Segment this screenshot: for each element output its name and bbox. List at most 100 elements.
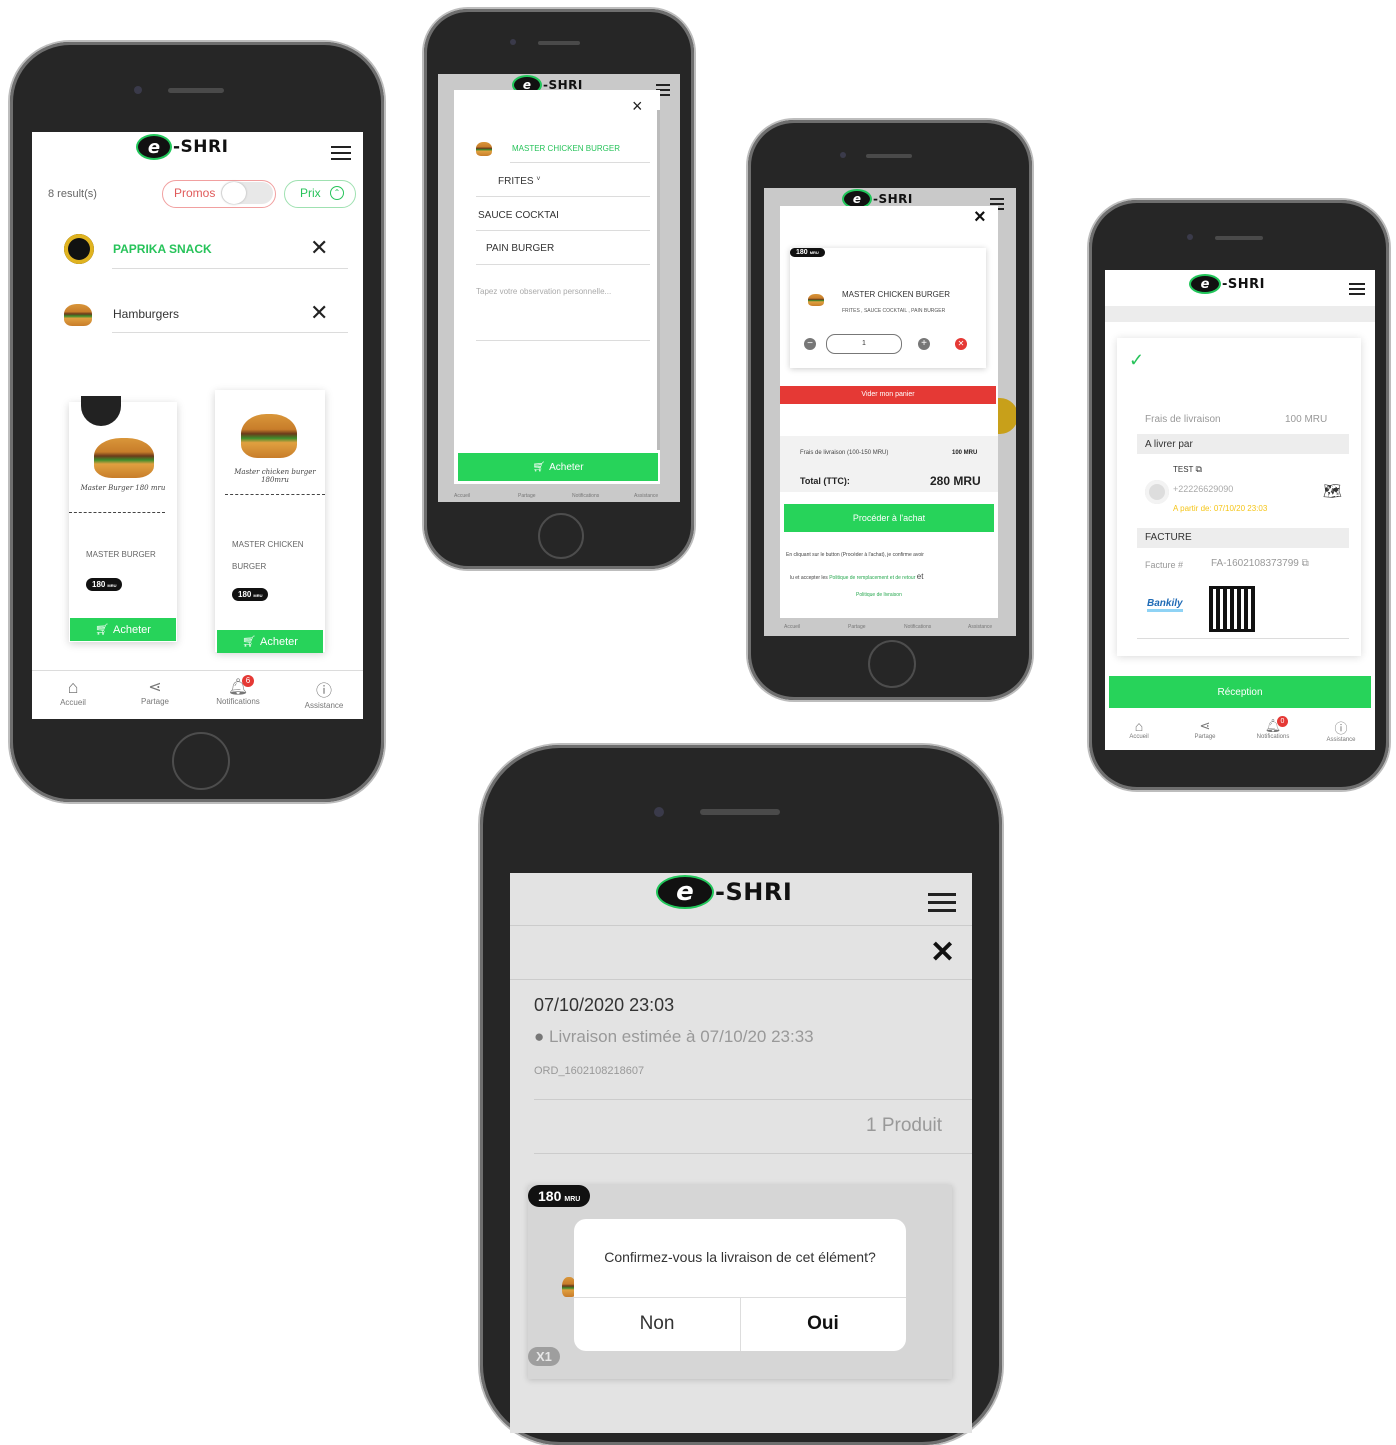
hamburger-menu-icon[interactable] — [1349, 283, 1365, 299]
total-label: Total (TTC): — [800, 476, 850, 486]
brand-logo[interactable]: e -SHRI — [844, 191, 913, 207]
home-button[interactable] — [538, 513, 584, 559]
promos-filter[interactable]: Promos — [162, 180, 276, 208]
empty-cart-button[interactable]: Vider mon panier — [780, 386, 996, 404]
product-card[interactable]: Master chicken burger 180mru MASTER CHIC… — [215, 390, 325, 652]
nav-partage[interactable]: ⋖ Partage — [1191, 718, 1219, 740]
home-button[interactable] — [172, 732, 230, 790]
price-badge: 180 MRU — [528, 1185, 591, 1207]
phone-speaker — [866, 154, 912, 158]
nav-accueil[interactable]: Accueil — [454, 493, 470, 499]
phone-camera — [840, 152, 846, 158]
nav-partage[interactable]: Partage — [848, 624, 866, 630]
brand-logo[interactable]: e -SHRI — [1191, 276, 1265, 292]
restaurant-name[interactable]: PAPRIKA SNACK — [113, 242, 212, 256]
category-name[interactable]: Hamburgers — [113, 307, 179, 321]
divider — [510, 979, 972, 980]
product-name: MASTER CHICKEN BURGER — [232, 540, 304, 571]
phone-1: e -SHRI 8 result(s) Promos Prix ⌃ PAPRIK… — [10, 42, 384, 802]
option-item[interactable]: FRITES ˅ — [498, 176, 540, 187]
chevron-up-icon: ⌃ — [330, 186, 344, 200]
home-icon: ⌂ — [67, 677, 79, 697]
invoice-number[interactable]: FA-1602108373799 ⧉ — [1211, 558, 1309, 569]
cart-item-card: 180 MRU MASTER CHICKEN BURGER FRITES , SA… — [790, 248, 986, 368]
screen-3: e -SHRI × 180 MRU MASTER CHICKEN BURGER F… — [764, 188, 1016, 636]
share-icon: ⋖ — [1199, 718, 1211, 733]
minus-icon[interactable]: − — [804, 338, 816, 350]
nav-partage[interactable]: ⋖ Partage — [130, 677, 180, 706]
close-icon[interactable]: ✕ — [310, 300, 328, 326]
return-policy-link[interactable]: Politique de remplacement et de retour — [829, 575, 915, 581]
proceed-button[interactable]: Procéder à l'achat — [784, 504, 994, 532]
reception-button[interactable]: Réception — [1109, 676, 1371, 708]
legal-text: lu et accepter les Politique de remplace… — [790, 572, 924, 581]
divider — [476, 230, 650, 231]
divider — [1137, 638, 1349, 639]
brand-logo[interactable]: e -SHRI — [138, 136, 228, 158]
option-item[interactable]: SAUCE COCKTAI — [478, 210, 559, 221]
nav-partage[interactable]: Partage — [518, 493, 536, 499]
fees-label: Frais de livraison — [1145, 414, 1221, 425]
remove-icon[interactable]: ✕ — [955, 338, 967, 350]
close-button[interactable]: × — [974, 206, 986, 229]
order-date: 07/10/2020 23:03 — [534, 995, 675, 1015]
order-card: ✓ Frais de livraison 100 MRU A livrer pa… — [1117, 338, 1361, 656]
courier-phone[interactable]: +22226629090 — [1173, 484, 1233, 494]
close-button[interactable]: ✕ — [930, 935, 955, 970]
product-thumb — [808, 294, 824, 306]
option-item[interactable]: PAIN BURGER — [486, 243, 554, 254]
map-icon[interactable]: 🗺︎ — [1323, 482, 1342, 500]
phone-speaker — [168, 88, 224, 93]
price-badge: 180 MRU — [86, 578, 123, 591]
quantity-input[interactable]: 1 — [826, 334, 902, 354]
screen-5: e -SHRI ✕ 07/10/2020 23:03 ● Livraison e… — [510, 873, 972, 1433]
chevron-down-icon: ˅ — [536, 176, 541, 183]
plus-icon[interactable]: + — [918, 338, 930, 350]
screen-4: e -SHRI ✓ Frais de livraison 100 MRU A l… — [1105, 270, 1375, 750]
phone-2: e -SHRI × MASTER CHICKEN BURGER FRITES ˅… — [424, 9, 694, 569]
nav-notifications[interactable]: Notifications — [904, 624, 931, 630]
buy-button[interactable]: 🛒︎ Acheter — [217, 630, 323, 653]
brand-logo[interactable]: e -SHRI — [658, 877, 792, 907]
nav-notifications[interactable]: Notifications — [572, 493, 599, 499]
close-button[interactable]: × — [632, 96, 643, 117]
bell-icon: 🔔︎ 6 — [210, 675, 266, 697]
share-icon: ⋖ — [148, 679, 162, 696]
nav-notifications[interactable]: 🔔︎ 0 Notifications — [1251, 716, 1295, 740]
cart-fab[interactable] — [998, 398, 1016, 434]
nav-assistance[interactable]: ⓘ Assistance — [296, 677, 352, 710]
notification-badge: 6 — [242, 675, 254, 687]
product-card[interactable]: Master Burger 180 mru MASTER BURGER 180 M… — [69, 396, 177, 642]
observation-input[interactable]: Tapez votre observation personnelle... — [476, 282, 616, 302]
nav-accueil[interactable]: ⌂ Accueil — [1125, 718, 1153, 740]
scrollbar[interactable] — [657, 110, 660, 450]
screen-2: e -SHRI × MASTER CHICKEN BURGER FRITES ˅… — [438, 74, 680, 502]
external-link-icon[interactable]: ⧉ — [1196, 464, 1202, 474]
external-link-icon[interactable]: ⧉ — [1302, 558, 1309, 569]
nav-accueil[interactable]: ⌂ Accueil — [48, 677, 98, 707]
no-button[interactable]: Non — [574, 1313, 740, 1335]
prix-filter[interactable]: Prix ⌃ — [284, 180, 356, 208]
help-icon: ⓘ — [315, 683, 332, 700]
close-icon[interactable]: ✕ — [310, 235, 328, 261]
options-modal: × MASTER CHICKEN BURGER FRITES ˅ SAUCE C… — [454, 90, 660, 484]
nav-accueil[interactable]: Accueil — [784, 624, 800, 630]
nav-assistance[interactable]: ⓘ Assistance — [1319, 718, 1363, 743]
avatar — [1145, 480, 1169, 504]
delivery-estimate: ● Livraison estimée à 07/10/20 23:33 — [534, 1027, 814, 1046]
hamburger-menu-icon[interactable] — [928, 893, 956, 916]
buy-button[interactable]: 🛒︎ Acheter — [70, 618, 176, 641]
yes-button[interactable]: Oui — [740, 1313, 906, 1335]
confirm-dialog: Confirmez-vous la livraison de cet éléme… — [574, 1219, 906, 1351]
buy-button[interactable]: 🛒︎ Acheter — [458, 453, 658, 481]
nav-assistance[interactable]: Assistance — [634, 493, 658, 499]
delivery-policy-link[interactable]: Politique de livraison — [856, 592, 902, 598]
product-image-label: Master Burger 180 mru — [80, 484, 166, 492]
phone-camera — [1187, 234, 1193, 240]
divider — [476, 340, 650, 341]
nav-assistance[interactable]: Assistance — [968, 624, 992, 630]
nav-notifications[interactable]: 🔔︎ 6 Notifications — [210, 675, 266, 706]
phone-camera — [654, 807, 664, 817]
hamburger-menu-icon[interactable] — [331, 146, 351, 164]
home-button[interactable] — [868, 640, 916, 688]
